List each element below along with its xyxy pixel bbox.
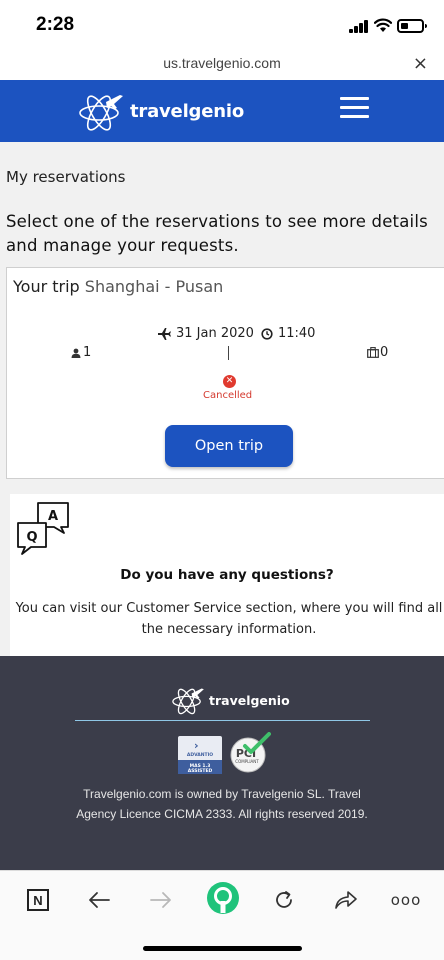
- flight-date: 31 Jan 2020: [176, 326, 254, 341]
- trip-label: Your trip: [13, 277, 80, 296]
- qa-a-letter: A: [48, 509, 58, 524]
- wifi-icon: [374, 18, 392, 32]
- atom-plane-icon: [79, 95, 123, 131]
- card-divider: [228, 346, 229, 360]
- trip-route: Shanghai - Pusan: [84, 277, 224, 296]
- home-icon[interactable]: [206, 881, 240, 915]
- reservation-card: Your trip Shanghai - Pusan 31 Jan 2020 1…: [6, 267, 444, 479]
- reload-icon[interactable]: [269, 885, 299, 915]
- luggage-icon: [367, 347, 379, 358]
- qa-chat-icon: A Q: [17, 502, 69, 555]
- site-header: travelgenio: [0, 80, 444, 142]
- advantio-badge-name: ADVANTIO: [186, 753, 214, 758]
- forward-arrow-icon[interactable]: [146, 885, 176, 915]
- footer-brand-name: travelgenio: [209, 692, 290, 708]
- home-indicator[interactable]: [143, 946, 302, 951]
- open-trip-button[interactable]: Open trip: [165, 425, 293, 467]
- status-cancelled: Cancelled: [203, 390, 253, 401]
- atom-plane-icon: [172, 688, 204, 715]
- plane-icon: [158, 327, 171, 340]
- share-icon[interactable]: [331, 885, 361, 915]
- n-icon[interactable]: N: [23, 885, 53, 915]
- footer-logo[interactable]: travelgenio: [170, 682, 290, 718]
- more-icon[interactable]: ooo: [391, 885, 421, 915]
- close-icon[interactable]: ×: [413, 53, 428, 74]
- back-arrow-icon[interactable]: [84, 885, 114, 915]
- person-icon: [71, 348, 81, 358]
- clock-icon: [261, 327, 273, 340]
- page-intro: Select one of the reservations to see mo…: [6, 212, 428, 255]
- advantio-badge-status: ASSISTED: [187, 769, 213, 774]
- bag-count: 0: [380, 345, 389, 360]
- battery-icon: [397, 19, 427, 33]
- flight-time: 11:40: [277, 326, 316, 341]
- passengers: 1: [71, 345, 91, 360]
- travelgenio-logo[interactable]: travelgenio: [76, 86, 244, 136]
- brand-name: travelgenio: [130, 100, 244, 122]
- bags: 0: [367, 345, 388, 360]
- questions-heading: Do you have any questions?: [120, 567, 334, 583]
- hamburger-menu-icon[interactable]: [340, 97, 369, 118]
- advantio-badge: › ADVANTIO MAS 1.3 ASSISTED: [178, 736, 222, 774]
- cancelled-icon: ✕: [223, 375, 236, 388]
- url-text[interactable]: us.travelgenio.com: [0, 55, 444, 71]
- status-time: 2:28: [36, 14, 75, 35]
- qa-q-letter: Q: [26, 530, 37, 545]
- page-title: My reservations: [6, 168, 126, 186]
- questions-box: A Q Do you have any questions? You can v…: [10, 494, 444, 656]
- footer-legal-text: Travelgenio.com is owned by Travelgenio …: [76, 787, 368, 821]
- questions-text: You can visit our Customer Service secti…: [15, 601, 443, 637]
- passenger-count: 1: [83, 345, 92, 360]
- signal-icon: [349, 20, 371, 33]
- status-bar: 2:28: [0, 0, 444, 50]
- url-bar[interactable]: us.travelgenio.com ×: [0, 50, 444, 80]
- footer-divider: [75, 720, 370, 721]
- trip-title: Your trip Shanghai - Pusan: [13, 277, 223, 296]
- flight-info: 31 Jan 2020 11:40: [157, 326, 315, 341]
- n-label: N: [27, 889, 49, 911]
- pci-compliant-badge: PCI COMPLIANT: [230, 732, 271, 773]
- footer: travelgenio › ADVANTIO MAS 1.3 ASSISTED …: [0, 656, 444, 870]
- pci-badge-status: COMPLIANT: [235, 759, 259, 764]
